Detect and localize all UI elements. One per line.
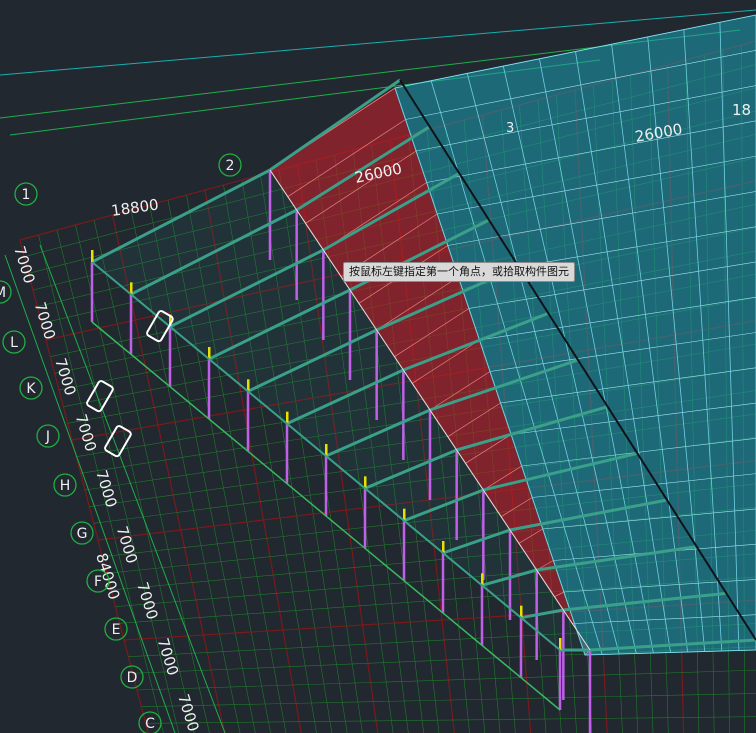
bracing-mark (104, 425, 132, 458)
dim-bay: 7000 (113, 524, 141, 566)
roof-panels[interactable] (92, 14, 756, 656)
dim-bay: 7000 (133, 580, 161, 622)
grid-axis-K[interactable]: K (19, 376, 43, 400)
grid-axis-2[interactable]: 2 (218, 153, 242, 177)
grid-axis-M[interactable]: M (0, 280, 12, 304)
grid-bubble-label: H (60, 478, 71, 494)
structural-3d-model[interactable]: 18800 26000 26000 18 3 84000 70007000700… (0, 0, 756, 733)
column-top-marker-icon (91, 250, 94, 262)
grid-axis-G[interactable]: G (70, 521, 94, 545)
grid-axis-L[interactable]: L (2, 330, 26, 354)
grid-axis-1[interactable]: 1 (14, 182, 38, 206)
dim-bay: 7000 (174, 692, 202, 733)
grid-axis-E[interactable]: E (104, 617, 128, 641)
grid-axis-H[interactable]: H (53, 473, 77, 497)
grid-bubble-label: D (127, 670, 138, 686)
dim-bay: 7000 (31, 300, 59, 342)
grid-bubble-label: 2 (226, 158, 235, 174)
command-tooltip: 按鼠标左键指定第一个角点，或拾取构件图元 (343, 262, 575, 282)
dim-span-right: 18 (732, 101, 751, 119)
grid-bubble-label: C (145, 716, 155, 732)
dim-span-left: 18800 (110, 195, 160, 219)
grid-bubble-label: M (0, 285, 6, 301)
grid-axis-D[interactable]: D (120, 665, 144, 689)
grid-bubble-label: J (45, 429, 50, 445)
grid-bubble-label: 1 (22, 187, 31, 203)
grid-line (136, 669, 756, 691)
grid-bubble-label: F (94, 574, 102, 590)
dim-bay: 7000 (154, 636, 182, 678)
grid-bubble-label: G (77, 526, 88, 542)
dim-bay: 7000 (10, 244, 38, 286)
grid-axis-J[interactable]: J (36, 424, 60, 448)
mark-3: 3 (506, 121, 514, 136)
cad-viewport[interactable]: 18800 26000 26000 18 3 84000 7000 7000 700… (0, 0, 756, 733)
grid-bubble-label: E (112, 622, 121, 638)
grid-line (141, 693, 756, 707)
grid-bubble-label: L (10, 335, 18, 351)
grid-bubble-label: K (26, 381, 36, 397)
grid-axis-C[interactable]: C (138, 711, 162, 733)
